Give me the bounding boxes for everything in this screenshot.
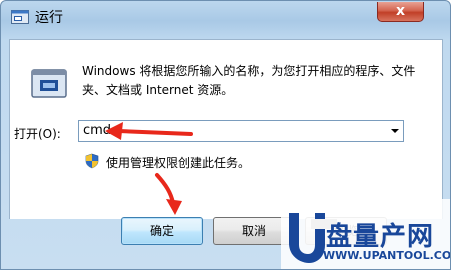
admin-privileges-text: 使用管理权限创建此任务。 [106, 156, 251, 170]
combo-arrow-icon[interactable] [387, 121, 403, 141]
run-program-icon [31, 69, 67, 98]
window-title: 运行 [35, 10, 63, 26]
ok-button[interactable]: 确定 [121, 217, 203, 245]
watermark-url: WWW.UPANTOOL.COM [323, 249, 451, 262]
dialog-body: Windows 将根据您所输入的名称，为您打开相应的程序、文件夹、文档或 Int… [9, 39, 443, 219]
close-button[interactable]: x [377, 2, 424, 22]
open-combobox[interactable]: cmd [78, 120, 404, 142]
open-label: 打开(O): [14, 127, 61, 141]
run-window-icon [11, 10, 29, 24]
run-dialog-window: 运行 x Windows 将根据您所输入的名称，为您打开相应的程序、文件夹、文档… [0, 0, 451, 270]
open-input[interactable]: cmd [83, 123, 111, 138]
close-icon: x [395, 3, 406, 19]
title-bar[interactable]: 运行 x [1, 1, 450, 41]
watermark-name: 盘量产网 [326, 222, 435, 252]
dialog-description: Windows 将根据您所输入的名称，为您打开相应的程序、文件夹、文档或 Int… [82, 64, 416, 97]
uac-shield-icon [85, 153, 99, 169]
